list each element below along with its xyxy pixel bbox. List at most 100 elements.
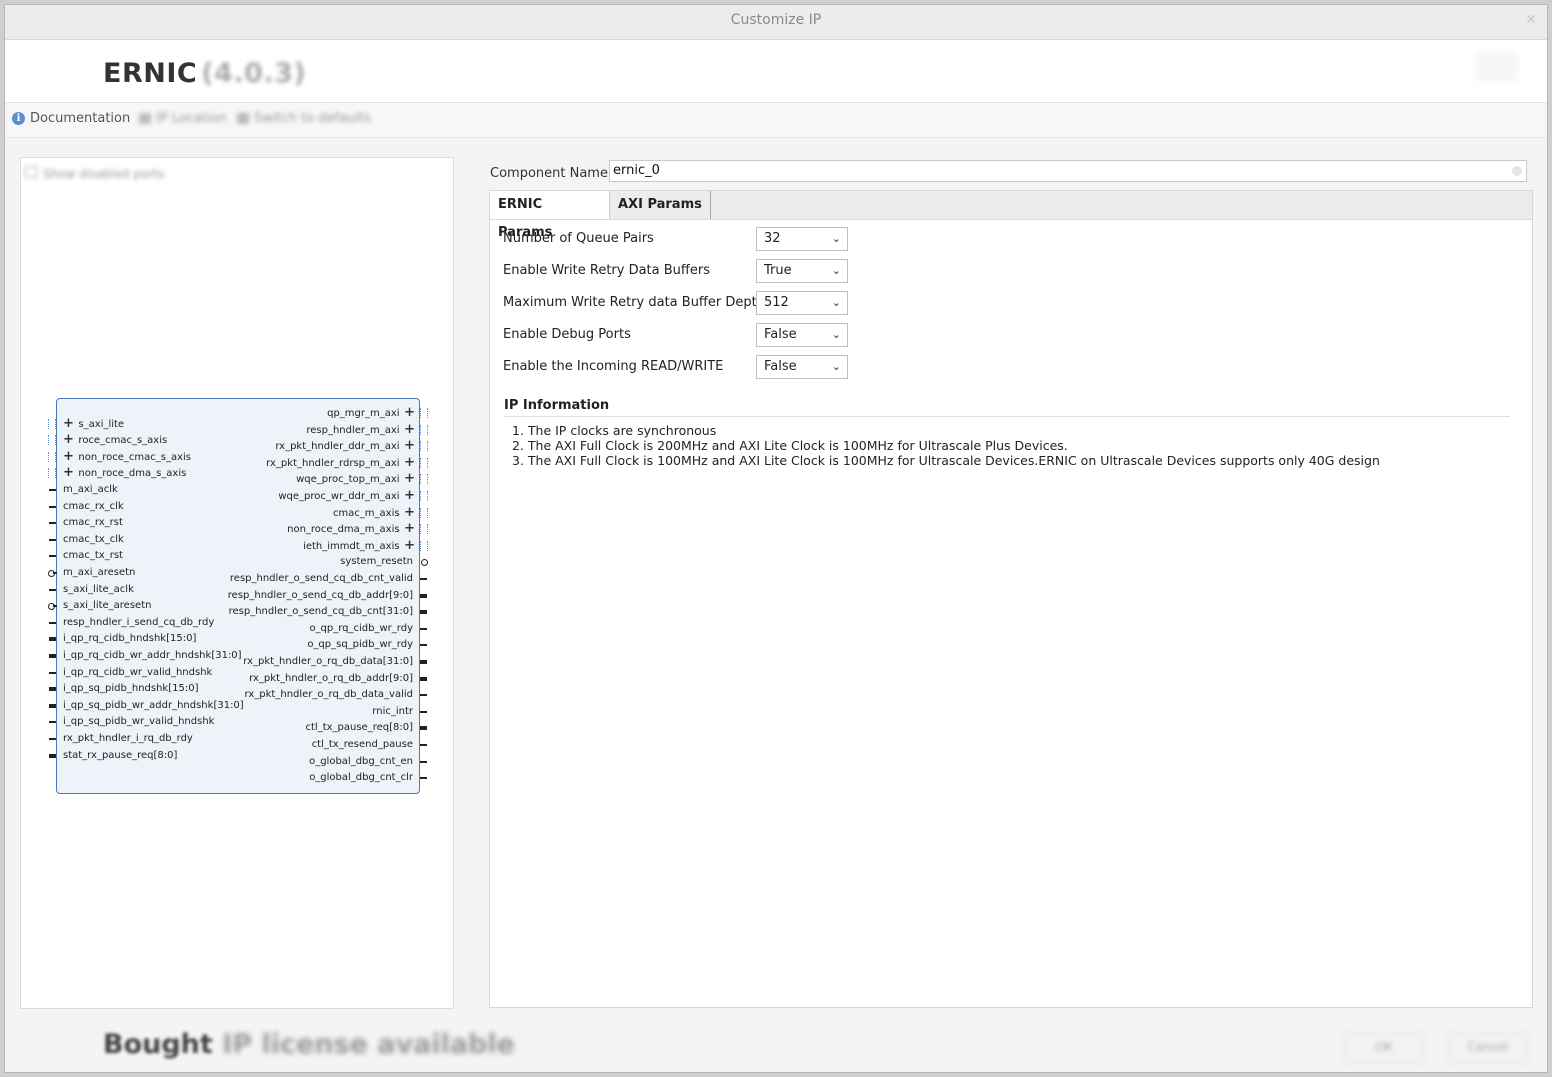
port-left[interactable]: i_qp_rq_cidb_wr_valid_hndshk [63,666,212,680]
plus-icon[interactable]: + [400,538,415,553]
plus-icon[interactable]: + [400,471,415,486]
show-disabled-ports-label: Show disabled ports [43,167,165,181]
plus-icon[interactable]: + [400,521,415,536]
port-right[interactable]: resp_hndler_o_send_cq_db_addr[9:0] [228,589,413,603]
vendor-logo [1477,52,1517,82]
port-left[interactable]: cmac_rx_rst [63,516,123,530]
plus-icon[interactable]: + [400,438,415,453]
port-left[interactable]: i_qp_sq_pidb_wr_valid_hndshk [63,715,214,729]
buffer-depth-select[interactable]: 512 ⌄ [756,291,848,315]
port-right[interactable]: resp_hndler_m_axi + [306,422,415,437]
plus-icon[interactable]: + [63,465,78,480]
bus-interface-pin [420,491,428,501]
port-right[interactable]: rnic_intr [372,705,413,719]
tab-ernic-params[interactable]: ERNIC Params [490,191,610,240]
ok-button[interactable]: OK [1343,1033,1425,1063]
port-right[interactable]: o_global_dbg_cnt_en [309,755,413,769]
port-right[interactable]: rx_pkt_hndler_o_rq_db_addr[9:0] [249,672,413,686]
plus-icon[interactable]: + [63,432,78,447]
port-right[interactable]: resp_hndler_o_send_cq_db_cnt_valid [230,572,413,586]
port-label: resp_hndler_m_axi [306,424,400,436]
port-left[interactable]: + non_roce_dma_s_axis [63,466,186,480]
port-right[interactable]: ctl_tx_resend_pause [312,738,413,752]
port-right[interactable]: o_global_dbg_cnt_clr [309,771,413,785]
switch-defaults-button[interactable]: Switch to defaults [237,111,371,126]
chevron-down-icon: ⌄ [831,232,841,245]
port-left[interactable]: i_qp_rq_cidb_hndshk[15:0] [63,632,196,646]
port-left[interactable]: m_axi_aclk [63,483,118,497]
plus-icon[interactable]: + [400,422,415,437]
port-left[interactable]: cmac_tx_clk [63,533,124,547]
plus-icon[interactable]: + [400,505,415,520]
bus-interface-pin [420,540,428,551]
select-value: 32 [764,231,781,246]
port-label: rx_pkt_hndler_ddr_m_axi [275,441,400,453]
port-right[interactable]: qp_mgr_m_axi + [327,406,415,420]
pin-line [420,627,427,630]
port-right[interactable]: o_qp_rq_cidb_wr_rdy [309,622,413,636]
port-left[interactable]: stat_rx_pause_req[8:0] [63,749,177,763]
queue-pairs-select[interactable]: 32 ⌄ [756,227,848,251]
port-left[interactable]: i_qp_rq_cidb_wr_addr_hndshk[31:0] [63,649,242,663]
port-left[interactable]: i_qp_sq_pidb_hndshk[15:0] [63,682,198,696]
show-disabled-ports-checkbox[interactable]: Show disabled ports [25,166,164,181]
port-right[interactable]: rx_pkt_hndler_o_rq_db_data_valid [245,688,413,702]
close-icon[interactable]: ✕ [1523,12,1539,28]
ip-location-button[interactable]: IP Location [139,111,227,126]
port-right[interactable]: wqe_proc_top_m_axi + [296,472,415,486]
port-label: i_qp_sq_pidb_wr_valid_hndshk [63,716,215,728]
tab-strip: ERNIC Params AXI Params [490,191,1532,240]
plus-icon[interactable]: + [63,449,78,464]
documentation-button[interactable]: i Documentation [12,111,130,126]
port-left[interactable]: resp_hndler_i_send_cq_db_rdy [63,616,214,630]
port-right[interactable]: o_qp_sq_pidb_wr_rdy [307,638,413,652]
plus-icon[interactable]: + [63,416,78,431]
port-right[interactable]: rx_pkt_hndler_rdrsp_m_axi + [266,455,415,470]
port-right[interactable]: resp_hndler_o_send_cq_db_cnt[31:0] [229,605,413,619]
component-name-input[interactable]: ernic_0 [609,160,1527,182]
pin-line [420,578,427,580]
port-label: ctl_tx_pause_req[8:0] [305,722,414,734]
debug-ports-select[interactable]: False ⌄ [756,323,848,347]
port-right[interactable]: ctl_tx_pause_req[8:0] [306,721,414,735]
clear-icon[interactable] [1512,166,1522,176]
divider [504,416,1510,417]
license-soft: IP license available [222,1029,515,1060]
pin-line [49,753,56,758]
chevron-down-icon: ⌄ [831,328,841,341]
port-left[interactable]: + s_axi_lite [63,416,125,431]
port-left[interactable]: cmac_tx_rst [63,549,123,563]
port-label: resp_hndler_o_send_cq_db_addr[9:0] [227,589,413,601]
port-left[interactable]: + roce_cmac_s_axis [63,433,167,447]
port-left[interactable]: + non_roce_cmac_s_axis [63,449,191,464]
tab-axi-params[interactable]: AXI Params [610,191,711,219]
plus-icon[interactable]: + [400,488,415,503]
port-right[interactable]: rx_pkt_hndler_ddr_m_axi + [275,439,415,453]
port-left[interactable]: cmac_rx_clk [63,500,124,514]
ip-location-label: IP Location [156,111,227,126]
list-item: 2. The AXI Full Clock is 200MHz and AXI … [512,438,1068,453]
port-right[interactable]: wqe_proc_wr_ddr_m_axi + [278,489,415,503]
port-left[interactable]: m_axi_aresetn [63,566,135,580]
port-label: s_axi_lite [78,418,125,430]
port-label: resp_hndler_o_send_cq_db_cnt_valid [229,573,413,584]
port-right[interactable]: ieth_immdt_m_axis + [303,538,415,553]
port-right[interactable]: cmac_m_axis + [333,505,415,520]
cancel-button[interactable]: Cancel [1447,1033,1529,1063]
write-retry-select[interactable]: True ⌄ [756,259,848,283]
port-right[interactable]: system_resetn [340,555,413,569]
incoming-rw-select[interactable]: False ⌄ [756,355,848,379]
switch-defaults-label: Switch to defaults [254,111,371,126]
port-right[interactable]: non_roce_dma_m_axis + [287,522,415,536]
port-left[interactable]: s_axi_lite_aclk [63,583,134,597]
plus-icon[interactable]: + [400,405,415,420]
port-left[interactable]: rx_pkt_hndler_i_rq_db_rdy [63,732,193,746]
port-left[interactable]: s_axi_lite_aresetn [63,599,151,613]
license-strong: Bought [103,1029,213,1060]
plus-icon[interactable]: + [400,455,415,470]
port-label: ieth_immdt_m_axis [303,540,400,552]
port-label: i_qp_rq_cidb_hndshk[15:0] [63,633,197,645]
info-icon: i [12,112,25,125]
port-left[interactable]: i_qp_sq_pidb_wr_addr_hndshk[31:0] [63,699,244,713]
port-right[interactable]: rx_pkt_hndler_o_rq_db_data[31:0] [243,655,413,669]
